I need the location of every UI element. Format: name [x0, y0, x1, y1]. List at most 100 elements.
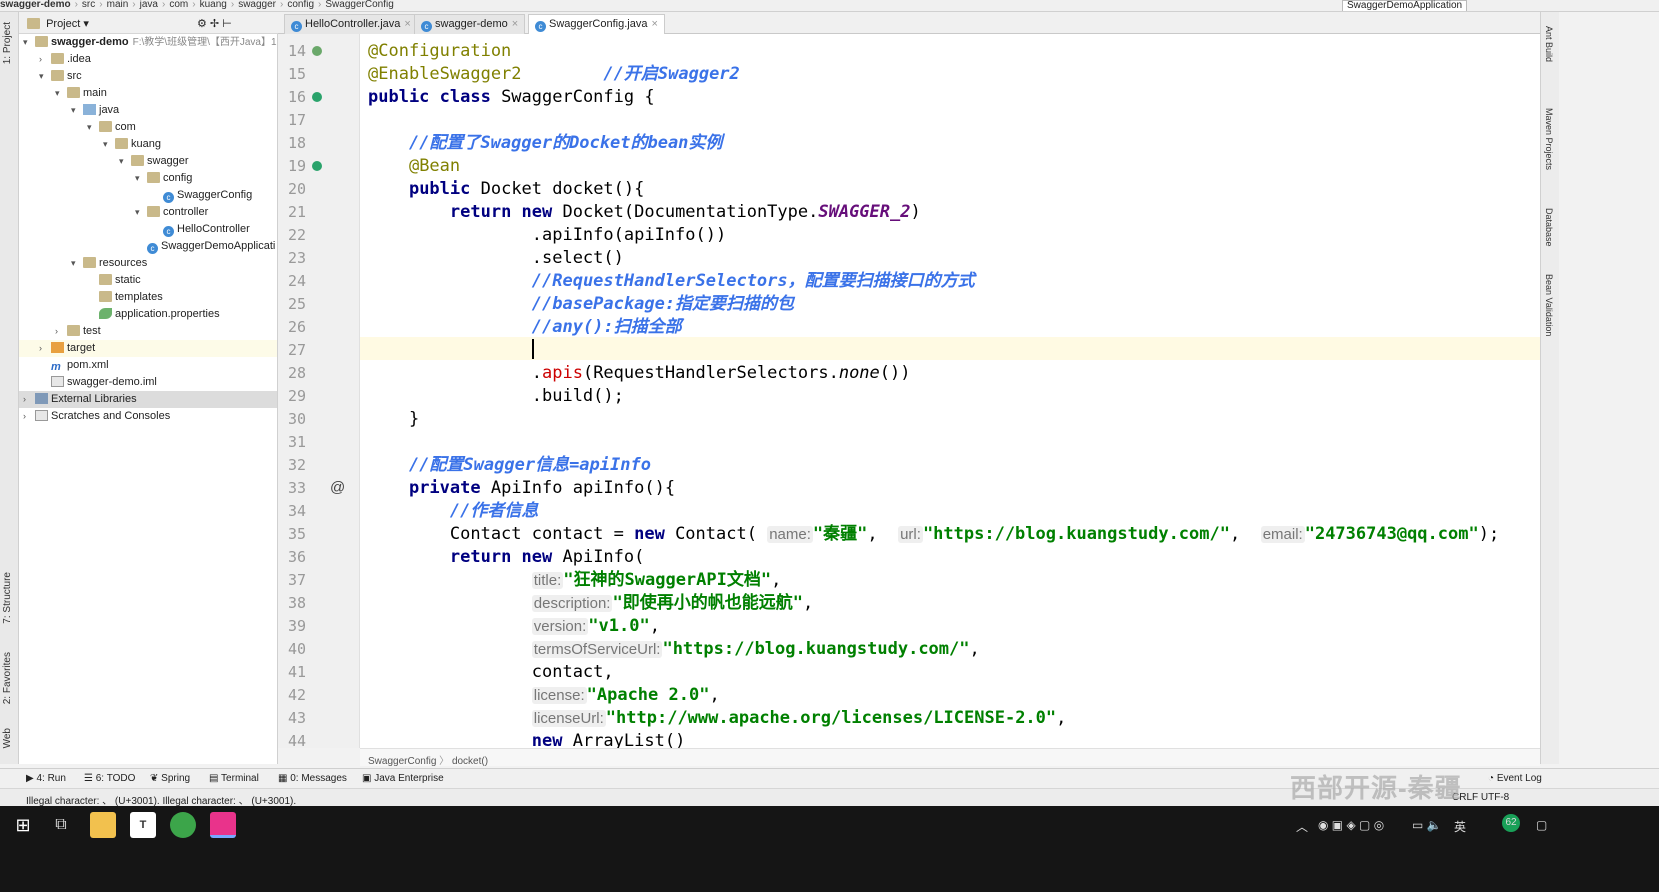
tree-item[interactable]: templates [19, 289, 277, 306]
close-icon[interactable]: × [512, 18, 518, 30]
tree-expand-icon[interactable]: ▾ [103, 136, 115, 153]
tray-apps-icon[interactable]: ◉ ▣ ◈ ▢ ◎ [1318, 818, 1384, 832]
tree-item[interactable]: ▾ kuang [19, 136, 277, 153]
breadcrumb-item[interactable]: src [82, 0, 95, 10]
tool-favorites[interactable]: 2: Favorites [2, 652, 13, 704]
code-line[interactable]: title: "狂神的SwaggerAPI文档", [368, 569, 781, 592]
tree-expand-icon[interactable]: › [39, 340, 51, 357]
code-line[interactable]: licenseUrl: "http://www.apache.org/licens… [368, 707, 1066, 730]
code-line[interactable]: contact, [368, 661, 614, 684]
tree-item[interactable]: c HelloController [19, 221, 277, 238]
tray-network-icon[interactable]: ▭ 🔈 [1412, 818, 1442, 832]
code-editor[interactable]: @Configuration @EnableSwagger2 //开启Swagge… [360, 34, 1540, 748]
tree-expand-icon[interactable]: ▾ [55, 85, 67, 102]
tree-item[interactable]: ▾ resources [19, 255, 277, 272]
run-config-select[interactable]: SwaggerDemoApplication [1342, 0, 1468, 11]
tree-item[interactable]: ▾ main [19, 85, 277, 102]
tree-expand-icon[interactable]: › [23, 408, 35, 425]
tree-expand-icon[interactable]: ▾ [71, 255, 83, 272]
code-line[interactable]: termsOfServiceUrl: "https://blog.kuangstu… [368, 638, 980, 661]
tray-badge[interactable]: 62 [1502, 814, 1520, 832]
code-line[interactable]: @EnableSwagger2 //开启Swagger2 [368, 63, 740, 86]
close-icon[interactable]: × [404, 18, 410, 30]
tree-item[interactable]: static [19, 272, 277, 289]
breadcrumb-method[interactable]: docket() [452, 756, 488, 767]
gear-icon[interactable]: ⚙ ✢ ⊢ [197, 17, 232, 30]
tree-expand-icon[interactable]: ▾ [135, 170, 147, 187]
event-log-tool-button[interactable]: ◔ Event Log [1488, 773, 1542, 784]
editor-tab[interactable]: c SwaggerConfig.java × [528, 14, 665, 34]
code-line[interactable]: description: "即使再小的帆也能远航", [368, 592, 813, 615]
tool-structure[interactable]: 7: Structure [2, 572, 13, 624]
code-line[interactable]: license: "Apache 2.0", [368, 684, 720, 707]
tree-expand-icon[interactable]: ▾ [119, 153, 131, 170]
tray-chevron-icon[interactable]: ︿ [1296, 818, 1308, 835]
code-line[interactable]: private ApiInfo apiInfo(){ [368, 477, 675, 500]
code-line[interactable]: Contact contact = new Contact( name: "秦疆"… [368, 523, 1499, 546]
bean-gutter-icon[interactable] [312, 161, 322, 171]
code-line[interactable]: new ArrayList() [368, 730, 686, 748]
breadcrumb-class[interactable]: SwaggerConfig [368, 756, 436, 767]
typora-icon[interactable]: T [130, 812, 156, 838]
tree-item[interactable]: ▾ controller [19, 204, 277, 221]
code-line[interactable]: version: "v1.0", [368, 615, 660, 638]
code-line[interactable]: //any():扫描全部 [368, 316, 682, 339]
bean-gutter-icon[interactable] [312, 46, 322, 56]
breadcrumb-item[interactable]: swagger [238, 0, 276, 10]
tree-expand-icon[interactable]: ▾ [71, 102, 83, 119]
todo-tool-button[interactable]: ☰ 6: TODO [84, 773, 135, 784]
code-line[interactable]: } [368, 408, 419, 431]
breadcrumb-item[interactable]: config [287, 0, 314, 10]
tree-item[interactable]: c SwaggerDemoApplicati [19, 238, 277, 255]
code-line[interactable]: return new ApiInfo( [368, 546, 644, 569]
tree-item[interactable]: › .idea [19, 51, 277, 68]
tool-project[interactable]: 1: Project [2, 22, 13, 64]
code-line[interactable]: .select() [368, 247, 624, 270]
autowired-gutter-icon[interactable]: @ [330, 479, 345, 496]
code-line[interactable]: @Configuration [368, 40, 511, 63]
run-tool-button[interactable]: ▶ 4: Run [26, 773, 66, 784]
tree-item[interactable]: › target [19, 340, 277, 357]
tree-item[interactable]: › External Libraries [19, 391, 277, 408]
code-line[interactable]: //配置了Swagger的Docket的bean实例 [368, 132, 722, 155]
code-line[interactable]: @Bean [368, 155, 460, 178]
chevron-down-icon[interactable]: ▾ [83, 18, 89, 30]
terminal-tool-button[interactable]: ▤ Terminal [209, 773, 259, 784]
project-panel-title[interactable]: Project [46, 18, 80, 30]
scrollbar[interactable] [1559, 12, 1659, 764]
editor-tab[interactable]: c swagger-demo × [414, 14, 526, 34]
tree-item[interactable]: ▾ swagger-demo F:\教学\班级管理\【西开Java】19 [19, 34, 277, 51]
bean-gutter-icon[interactable] [312, 92, 322, 102]
tree-item[interactable]: ▾ src [19, 68, 277, 85]
code-line[interactable]: return new Docket(DocumentationType.SWAG… [368, 201, 921, 224]
task-view-icon[interactable]: ⧉ [48, 812, 74, 838]
tree-expand-icon[interactable]: ▾ [135, 204, 147, 221]
close-icon[interactable]: × [651, 18, 657, 30]
code-line[interactable]: public Docket docket(){ [368, 178, 644, 201]
spring-tool-button[interactable]: ❦ Spring [150, 773, 190, 784]
breadcrumb-item[interactable]: kuang [200, 0, 227, 10]
breadcrumb-item[interactable]: com [169, 0, 188, 10]
code-line[interactable]: .apiInfo(apiInfo()) [368, 224, 726, 247]
breadcrumb-item[interactable]: java [140, 0, 158, 10]
breadcrumb-item[interactable]: main [107, 0, 129, 10]
code-line[interactable]: public class SwaggerConfig { [368, 86, 655, 109]
code-line[interactable]: //basePackage:指定要扫描的包 [368, 293, 794, 316]
messages-tool-button[interactable]: ▦ 0: Messages [278, 773, 347, 784]
tree-item[interactable]: m pom.xml [19, 357, 277, 374]
browser-icon[interactable] [170, 812, 196, 838]
tool-database[interactable]: Database [1544, 208, 1554, 247]
editor-tab[interactable]: c HelloController.java × [284, 14, 418, 34]
tree-item[interactable]: swagger-demo.iml [19, 374, 277, 391]
file-explorer-icon[interactable] [90, 812, 116, 838]
tree-item[interactable]: application.properties [19, 306, 277, 323]
code-line[interactable]: //配置Swagger信息=apiInfo [368, 454, 651, 477]
code-line[interactable]: //作者信息 [368, 500, 538, 523]
breadcrumb-item[interactable]: swagger-demo [0, 0, 71, 10]
tree-item[interactable]: c SwaggerConfig [19, 187, 277, 204]
tree-expand-icon[interactable]: ▾ [23, 34, 35, 51]
tree-expand-icon[interactable]: › [23, 391, 35, 408]
tree-expand-icon[interactable]: › [55, 323, 67, 340]
tool-maven-projects[interactable]: Maven Projects [1544, 108, 1554, 170]
tree-item[interactable]: › test [19, 323, 277, 340]
